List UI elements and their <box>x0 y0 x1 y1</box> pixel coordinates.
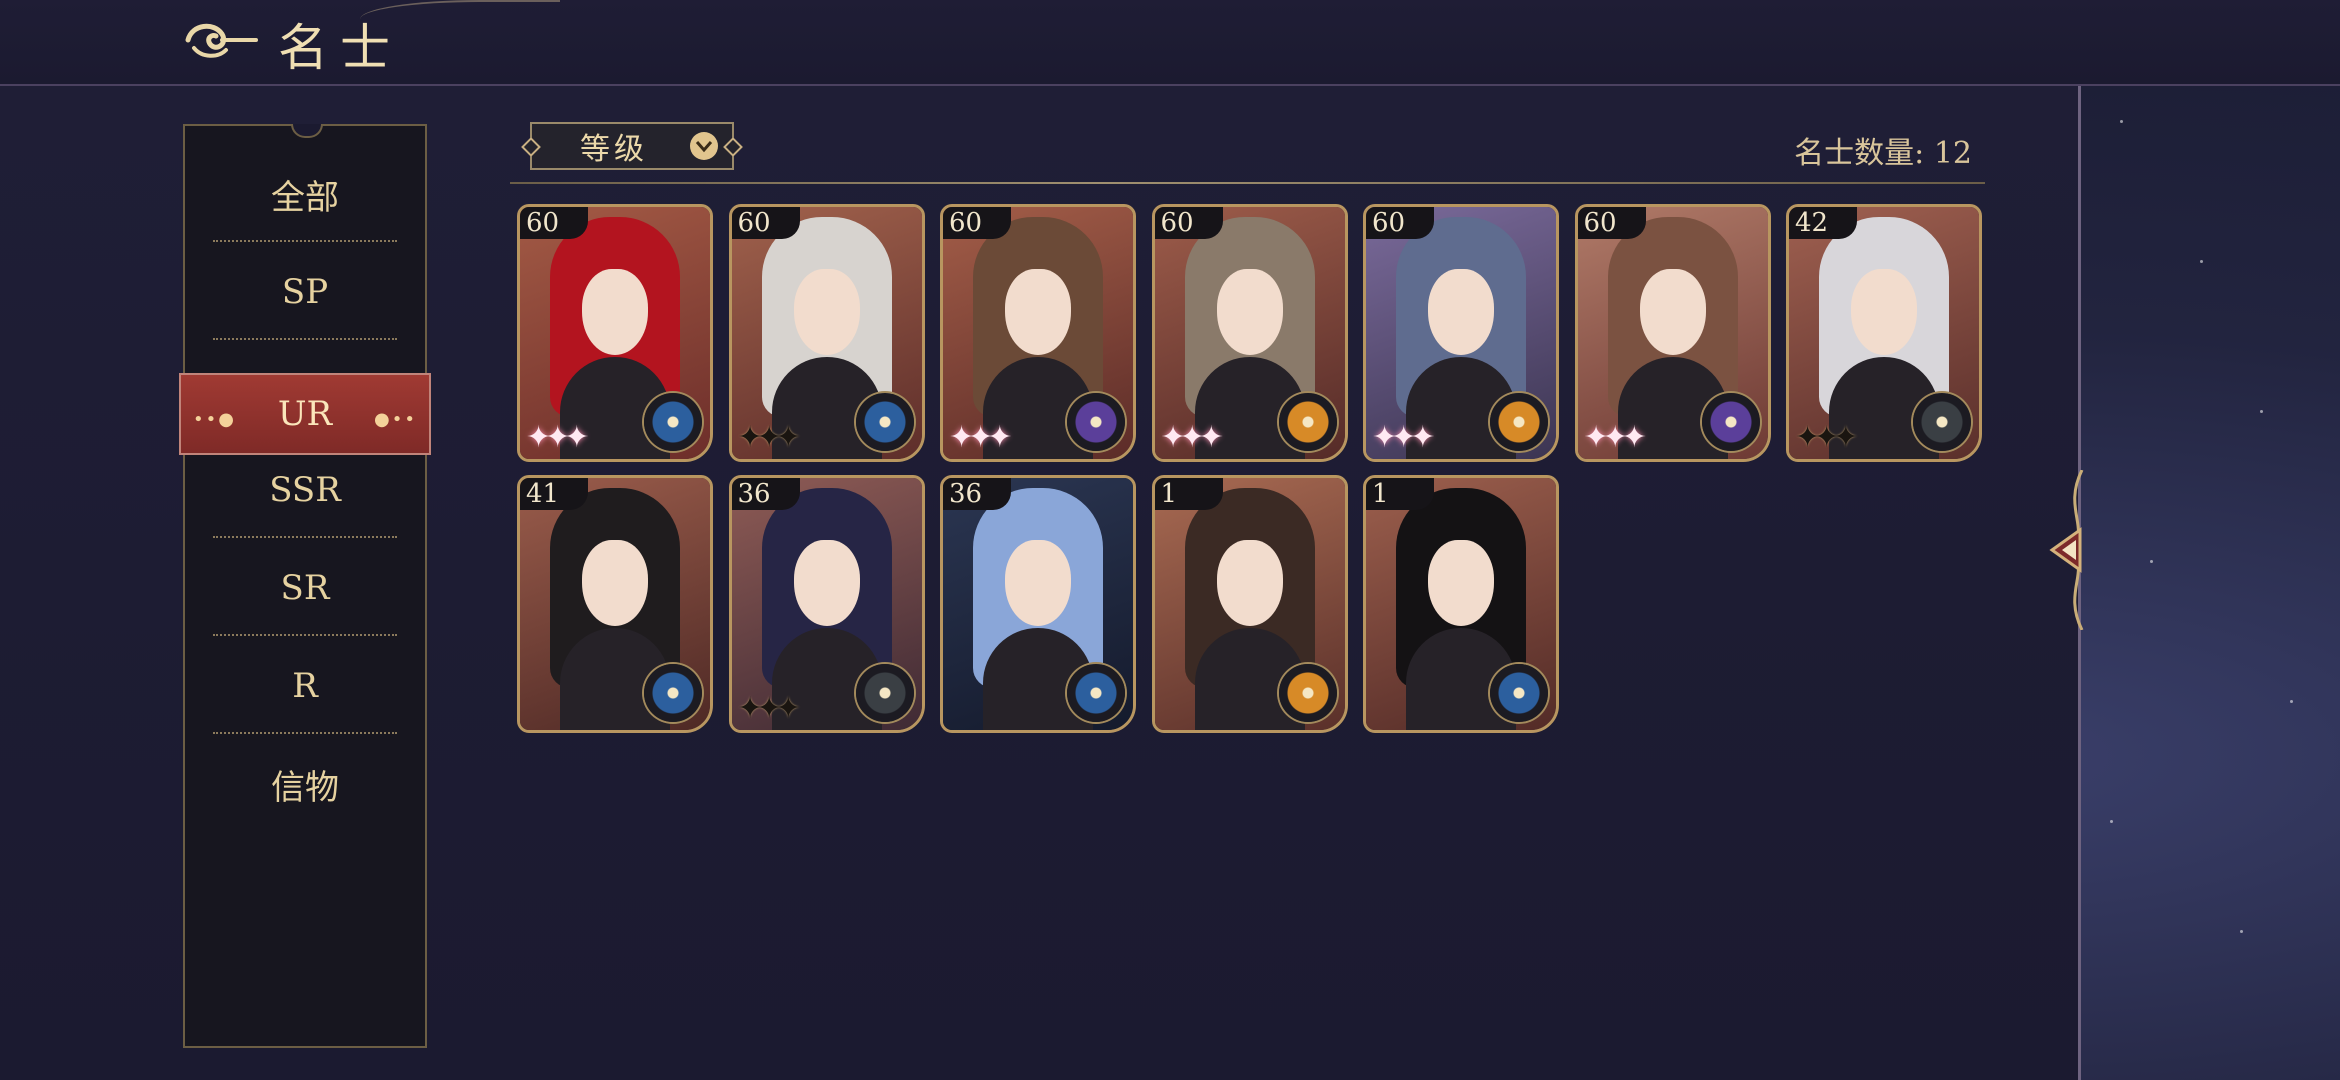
star-sparkle-icon: ✦✦✦ <box>737 420 801 455</box>
tab-label: 信物 <box>271 767 339 808</box>
tab-sp[interactable]: SP <box>185 244 425 340</box>
tab-label: SP <box>281 272 329 312</box>
star-sparkle-icon: ✦✦✦ <box>949 420 1012 455</box>
divider <box>213 536 397 538</box>
hero-card[interactable]: 36 <box>940 475 1136 733</box>
top-bar: 名士 <box>0 0 2340 86</box>
hero-level: 60 <box>1366 207 1434 239</box>
tab-label: UR <box>277 394 333 434</box>
star-sparkle-icon: ✦✦✦ <box>1160 420 1224 455</box>
tab-ssr[interactable]: SSR <box>185 442 425 538</box>
divider <box>213 732 397 734</box>
hero-card[interactable]: 1 <box>1151 475 1348 733</box>
hero-card[interactable]: ✦✦✦ 60 <box>1574 204 1771 462</box>
tab-label: SR <box>280 568 330 608</box>
divider <box>213 634 397 636</box>
hero-card[interactable]: ✦✦✦ 60 <box>728 204 925 462</box>
hero-face <box>793 540 860 626</box>
hero-face <box>582 540 648 626</box>
hero-card[interactable]: 1 <box>1363 475 1559 733</box>
orange-sun-icon <box>1278 393 1337 451</box>
hero-card[interactable]: ✦✦✦ 42 <box>1786 204 1982 462</box>
hero-count: 名士数量: 12 <box>1794 136 1972 171</box>
hero-level: 1 <box>1366 478 1434 510</box>
gray-compass-icon <box>855 664 914 722</box>
divider <box>213 338 397 340</box>
divider-line <box>510 182 1985 184</box>
hero-face <box>1216 540 1283 626</box>
collapse-arrow-icon[interactable] <box>2042 470 2098 630</box>
tab-label: 全部 <box>271 177 339 218</box>
sidebar-notch <box>291 124 323 138</box>
hero-card[interactable]: ✦✦✦ 60 <box>1363 204 1559 462</box>
tab-sr[interactable]: SR <box>185 540 425 636</box>
page-title: 名士 <box>278 19 402 77</box>
hero-face <box>1005 269 1071 355</box>
hero-level: 36 <box>943 478 1011 510</box>
ornament-dots-right: ●•• <box>374 409 417 430</box>
sort-label: 等级 <box>580 132 648 167</box>
blue-compass-icon <box>1067 664 1125 722</box>
tab-r[interactable]: R <box>185 638 425 734</box>
tab-label: R <box>292 666 318 706</box>
hero-level: 36 <box>731 478 800 510</box>
hero-level: 1 <box>1154 478 1223 510</box>
hero-face <box>1216 269 1283 355</box>
hero-face <box>1851 269 1917 355</box>
blue-compass-icon <box>644 664 702 722</box>
star-sparkle-icon: ✦✦✦ <box>1795 420 1858 455</box>
tab-all[interactable]: 全部 <box>185 146 425 242</box>
hero-level: 41 <box>520 478 588 510</box>
hero-level: 60 <box>520 207 588 239</box>
star-sparkle-icon: ✦✦✦ <box>737 691 801 726</box>
tab-token[interactable]: 信物 <box>185 736 425 832</box>
hero-face <box>1428 540 1494 626</box>
hero-face <box>1639 269 1706 355</box>
hero-level: 60 <box>1154 207 1223 239</box>
blue-compass-icon <box>644 393 702 451</box>
blue-compass-icon <box>1490 664 1548 722</box>
hero-card[interactable]: ✦✦✦ 60 <box>517 204 713 462</box>
star-sparkle-icon: ✦✦✦ <box>1583 420 1647 455</box>
tab-label: SSR <box>269 470 341 510</box>
gray-compass-icon <box>1913 393 1971 451</box>
rarity-sidebar: 全部 SP ••● UR ●•• SSR SR R 信物 <box>179 124 431 1048</box>
chevron-down-icon <box>690 132 718 160</box>
blue-compass-icon <box>855 393 914 451</box>
hero-face <box>1005 540 1071 626</box>
orange-sun-icon <box>1490 393 1548 451</box>
hero-card[interactable]: 41 <box>517 475 713 733</box>
back-swirl-icon[interactable] <box>182 14 262 66</box>
hero-face <box>1428 269 1494 355</box>
hero-level: 42 <box>1789 207 1857 239</box>
hero-level: 60 <box>943 207 1011 239</box>
divider <box>213 240 397 242</box>
purple-planet-icon <box>1067 393 1125 451</box>
hero-face <box>582 269 648 355</box>
hero-face <box>793 269 860 355</box>
sort-dropdown[interactable]: 等级 <box>521 122 743 170</box>
hero-card[interactable]: ✦✦✦ 36 <box>728 475 925 733</box>
star-sparkle-icon: ✦✦✦ <box>1372 420 1435 455</box>
hero-card[interactable]: ✦✦✦ 60 <box>1151 204 1348 462</box>
ornament-dots-left: ••● <box>193 409 236 430</box>
star-sparkle-icon: ✦✦✦ <box>526 420 589 455</box>
orange-sun-icon <box>1278 664 1337 722</box>
hero-card[interactable]: ✦✦✦ 60 <box>940 204 1136 462</box>
hero-level: 60 <box>1577 207 1646 239</box>
hero-level: 60 <box>731 207 800 239</box>
purple-planet-icon <box>1701 393 1760 451</box>
